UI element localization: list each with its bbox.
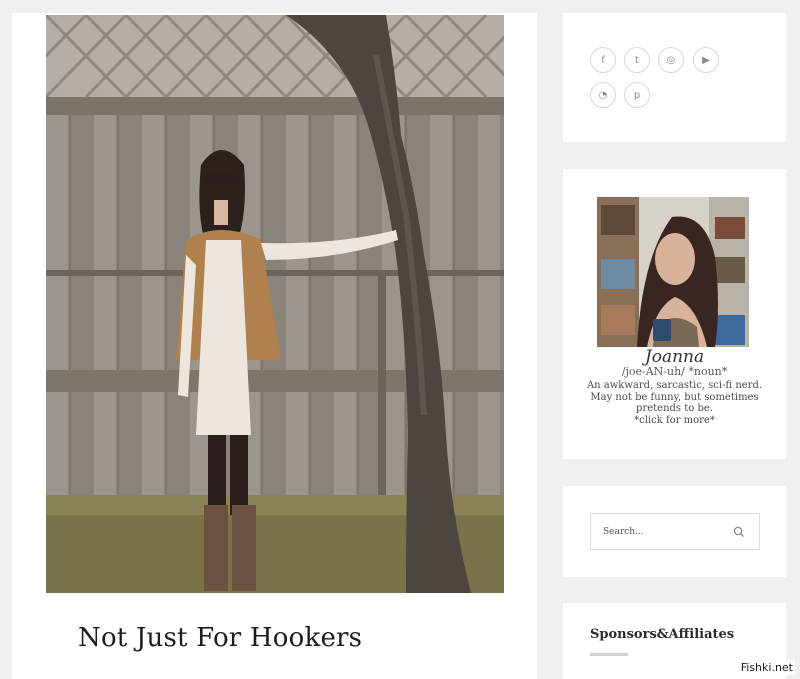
social-widget: f t ◎ ▶ ◔ p <box>563 13 786 142</box>
author-name: Joanna <box>644 347 705 367</box>
facebook-icon[interactable]: f <box>590 47 616 73</box>
post-photo[interactable] <box>46 15 504 593</box>
author-photo-image <box>597 197 749 347</box>
click-for-more-link[interactable]: *click for more* <box>583 415 766 427</box>
author-portrait[interactable] <box>597 197 749 347</box>
search-icon[interactable] <box>732 525 746 539</box>
sponsors-heading: Sponsors&Affiliates <box>590 627 735 642</box>
author-description: An awkward, sarcastic, sci-fi nerd. May … <box>583 380 766 426</box>
post-title[interactable]: Not Just For Hookers <box>78 623 362 653</box>
watermark-logo: Fishki.net <box>738 660 795 675</box>
pinterest-icon[interactable]: p <box>624 82 650 108</box>
search-box <box>590 513 760 550</box>
search-input[interactable] <box>603 525 723 539</box>
post-card: Not Just For Hookers <box>12 13 537 679</box>
search-widget <box>563 486 786 577</box>
twitter-icon[interactable]: t <box>624 47 650 73</box>
instagram-icon[interactable]: ◎ <box>658 47 684 73</box>
author-description-text: An awkward, sarcastic, sci-fi nerd. May … <box>586 380 763 414</box>
heading-divider <box>590 653 628 656</box>
outfit-photo-image <box>46 15 504 593</box>
rss-icon[interactable]: ◔ <box>590 82 616 108</box>
about-widget: Joanna /joe-AN-uh/ *noun* An awkward, sa… <box>563 169 786 459</box>
youtube-icon[interactable]: ▶ <box>693 47 719 73</box>
author-phonetic: /joe-AN-uh/ *noun* <box>621 365 728 378</box>
